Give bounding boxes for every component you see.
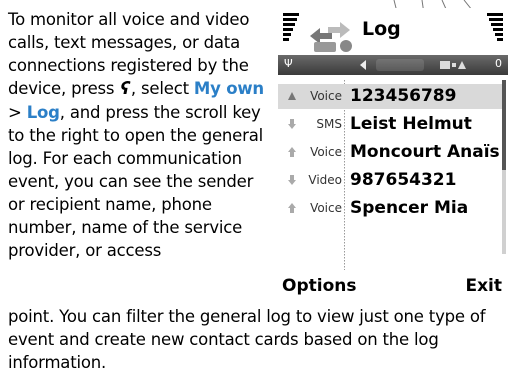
log-entry[interactable]: Voice Spencer Mia: [278, 196, 504, 221]
scroll-left-arrow-icon[interactable]: [360, 60, 366, 70]
log-entry[interactable]: Voice Moncourt Anaïs: [278, 140, 504, 165]
entry-type: Voice: [310, 145, 342, 159]
log-entry[interactable]: Voice 123456789: [278, 84, 504, 109]
entry-name: Leist Helmut: [350, 114, 472, 134]
log-entry[interactable]: SMS Leist Helmut: [278, 112, 504, 137]
my-own-link[interactable]: My own: [194, 79, 264, 98]
battery-level-icon: [487, 13, 503, 43]
outgoing-arrow-icon: [288, 203, 296, 213]
scrollbar[interactable]: [502, 80, 506, 254]
entry-name: 987654321: [350, 170, 457, 190]
incoming-arrow-icon: [288, 119, 296, 129]
log-app-icon: [310, 22, 352, 52]
exit-softkey[interactable]: Exit: [465, 276, 502, 296]
manual-paragraph: To monitor all voice and video calls, te…: [8, 8, 270, 262]
entry-type: Voice: [310, 201, 342, 215]
entry-type: Video: [308, 173, 342, 187]
tab-indicator: [376, 59, 424, 71]
entry-name: Spencer Mia: [350, 198, 469, 218]
log-list: Voice 123456789 SMS Leist Helmut Voice M…: [278, 80, 508, 275]
phone-screen: Log Ψ 0 Voice 123456789 SMS Leist Helmut…: [278, 8, 508, 298]
screen-title: Log: [362, 18, 401, 40]
manual-text-2: , select: [130, 79, 189, 98]
entry-name: Moncourt Anaïs: [350, 142, 500, 162]
entry-type: SMS: [316, 117, 342, 131]
manual-text-3: , and press the scroll key to the right …: [8, 103, 264, 260]
menu-separator: >: [8, 103, 22, 122]
outgoing-call-icon: [288, 92, 296, 100]
manual-paragraph-continued: point. You can filter the general log to…: [8, 307, 486, 372]
antenna-icon: Ψ: [284, 57, 293, 70]
menu-key-icon: ʕ: [120, 79, 130, 99]
status-bar: Ψ 0: [278, 55, 508, 75]
outgoing-arrow-icon: [288, 147, 296, 157]
entry-type: Voice: [310, 89, 342, 103]
status-indicator: 0: [495, 57, 502, 70]
log-entry[interactable]: Video 987654321: [278, 168, 504, 193]
options-softkey[interactable]: Options: [282, 276, 356, 296]
signal-strength-icon: [283, 13, 299, 43]
scrollbar-thumb[interactable]: [502, 80, 506, 170]
entry-name: 123456789: [350, 86, 457, 106]
incoming-arrow-icon: [288, 175, 296, 185]
softkey-bar: Options Exit: [278, 274, 508, 298]
log-link[interactable]: Log: [27, 103, 60, 122]
general-log-tab-icon[interactable]: [440, 59, 466, 71]
